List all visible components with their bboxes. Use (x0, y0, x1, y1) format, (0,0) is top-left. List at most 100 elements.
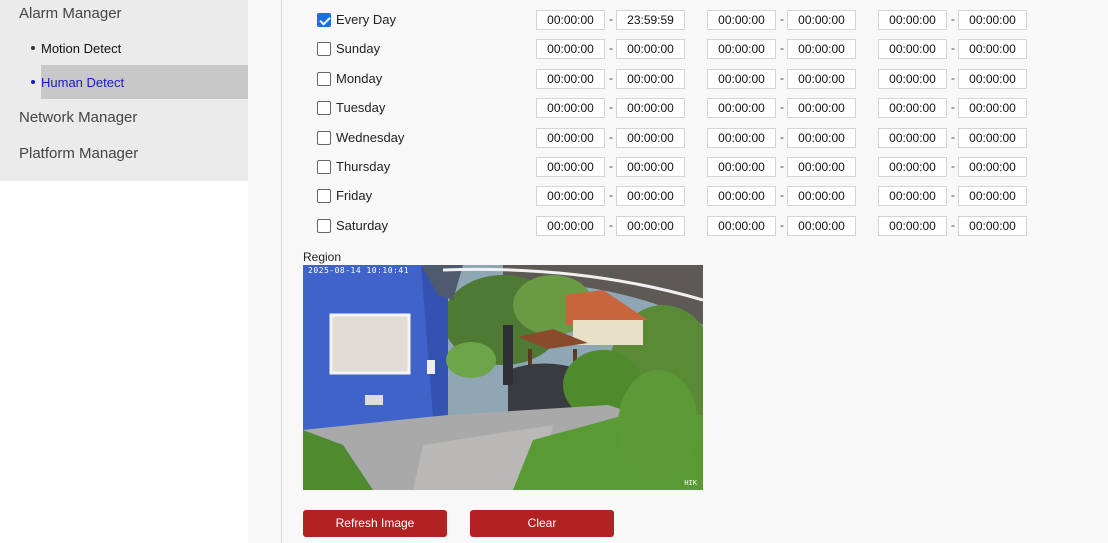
end-time-input[interactable]: 00:00:00 (958, 216, 1027, 236)
sidebar-item-alarm-manager[interactable]: Alarm Manager (19, 5, 122, 22)
end-time-input[interactable]: 00:00:00 (787, 157, 856, 177)
start-time-input[interactable]: 00:00:00 (878, 186, 947, 206)
end-time-input[interactable]: 00:00:00 (787, 98, 856, 118)
content-divider (281, 0, 282, 543)
time-range-separator: - (951, 41, 955, 55)
time-range-separator: - (780, 71, 784, 85)
day-label: Monday (336, 71, 383, 86)
start-time-input[interactable]: 00:00:00 (536, 157, 605, 177)
end-time-input[interactable]: 00:00:00 (958, 39, 1027, 59)
start-time-input[interactable]: 00:00:00 (536, 98, 605, 118)
end-time-input[interactable]: 00:00:00 (958, 128, 1027, 148)
start-time-input[interactable]: 00:00:00 (536, 10, 605, 30)
start-time-input[interactable]: 00:00:00 (707, 186, 776, 206)
sidebar-item-human-detect[interactable]: Human Detect (31, 65, 248, 99)
start-time-input[interactable]: 00:00:00 (536, 39, 605, 59)
region-label: Region (303, 250, 342, 264)
start-time-input[interactable]: 00:00:00 (878, 98, 947, 118)
end-time-input[interactable]: 00:00:00 (958, 69, 1027, 89)
start-time-input[interactable]: 00:00:00 (878, 10, 947, 30)
sidebar-item-label: Motion Detect (41, 40, 122, 56)
bullet-dot-icon (31, 46, 35, 50)
start-time-input[interactable]: 00:00:00 (536, 69, 605, 89)
end-time-input[interactable]: 23:59:59 (616, 10, 685, 30)
start-time-input[interactable]: 00:00:00 (536, 216, 605, 236)
end-time-input[interactable]: 00:00:00 (616, 39, 685, 59)
day-checkbox[interactable] (317, 219, 331, 233)
schedule-row: Monday 00:00:00 00:00:00 00:00:00 00:00:00 00… (317, 68, 1077, 92)
camera-timestamp: 2025-08-14 10:10:41 (308, 266, 410, 275)
time-range-separator: - (609, 12, 613, 26)
start-time-input[interactable]: 00:00:00 (536, 186, 605, 206)
end-time-input[interactable]: 00:00:00 (958, 10, 1027, 30)
start-time-input[interactable]: 00:00:00 (878, 69, 947, 89)
sidebar-item-network-manager[interactable]: Network Manager (19, 109, 137, 126)
time-range-separator: - (951, 218, 955, 232)
day-checkbox[interactable] (317, 131, 331, 145)
day-checkbox[interactable] (317, 13, 331, 27)
sidebar-item-label: Human Detect (41, 74, 125, 90)
end-time-input[interactable]: 00:00:00 (787, 128, 856, 148)
time-range-separator: - (609, 71, 613, 85)
time-range-separator: - (951, 100, 955, 114)
schedule-row: Thursday 00:00:00 00:00:00 00:00:00 00:00:00… (317, 156, 1077, 180)
start-time-input[interactable]: 00:00:00 (878, 128, 947, 148)
start-time-input[interactable]: 00:00:00 (878, 216, 947, 236)
start-time-input[interactable]: 00:00:00 (707, 216, 776, 236)
start-time-input[interactable]: 00:00:00 (707, 157, 776, 177)
day-checkbox[interactable] (317, 72, 331, 86)
start-time-input[interactable]: 00:00:00 (878, 39, 947, 59)
sidebar: Alarm Manager Motion Detect Human Detect… (0, 0, 248, 543)
bullet-dot-icon (31, 80, 35, 84)
end-time-input[interactable]: 00:00:00 (616, 216, 685, 236)
day-checkbox[interactable] (317, 101, 331, 115)
end-time-input[interactable]: 00:00:00 (958, 186, 1027, 206)
refresh-image-button[interactable]: Refresh Image (303, 510, 447, 537)
end-time-input[interactable]: 00:00:00 (616, 186, 685, 206)
time-range-separator: - (951, 130, 955, 144)
schedule-row: Sunday 00:00:00 00:00:00 00:00:00 00:00:00 00… (317, 38, 1077, 62)
time-range-separator: - (951, 159, 955, 173)
day-label: Tuesday (336, 100, 386, 115)
end-time-input[interactable]: 00:00:00 (616, 98, 685, 118)
start-time-input[interactable]: 00:00:00 (707, 39, 776, 59)
day-checkbox[interactable] (317, 160, 331, 174)
time-range-separator: - (609, 41, 613, 55)
end-time-input[interactable]: 00:00:00 (787, 186, 856, 206)
time-range-separator: - (780, 130, 784, 144)
start-time-input[interactable]: 00:00:00 (707, 98, 776, 118)
day-checkbox[interactable] (317, 42, 331, 56)
schedule-row: Saturday 00:00:00 00:00:00 00:00:00 00:00:00… (317, 215, 1077, 239)
end-time-input[interactable]: 00:00:00 (958, 157, 1027, 177)
time-range-separator: - (780, 100, 784, 114)
sidebar-item-platform-manager[interactable]: Platform Manager (19, 145, 138, 162)
end-time-input[interactable]: 00:00:00 (787, 10, 856, 30)
end-time-input[interactable]: 00:00:00 (787, 69, 856, 89)
schedule-row: Tuesday 00:00:00 00:00:00 00:00:00 00:00:00 0… (317, 97, 1077, 121)
clear-button[interactable]: Clear (470, 510, 614, 537)
start-time-input[interactable]: 00:00:00 (707, 69, 776, 89)
end-time-input[interactable]: 00:00:00 (616, 128, 685, 148)
time-range-separator: - (609, 188, 613, 202)
day-label: Thursday (336, 159, 391, 174)
start-time-input[interactable]: 00:00:00 (536, 128, 605, 148)
end-time-input[interactable]: 00:00:00 (616, 69, 685, 89)
sidebar-item-motion-detect[interactable]: Motion Detect (31, 31, 248, 65)
end-time-input[interactable]: 00:00:00 (958, 98, 1027, 118)
day-label: Wednesday (336, 130, 405, 145)
end-time-input[interactable]: 00:00:00 (787, 216, 856, 236)
day-checkbox[interactable] (317, 189, 331, 203)
start-time-input[interactable]: 00:00:00 (707, 10, 776, 30)
day-label: Friday (336, 188, 373, 203)
end-time-input[interactable]: 00:00:00 (616, 157, 685, 177)
start-time-input[interactable]: 00:00:00 (878, 157, 947, 177)
time-range-separator: - (609, 130, 613, 144)
time-range-separator: - (951, 188, 955, 202)
time-range-separator: - (780, 218, 784, 232)
day-label: Every Day (336, 12, 396, 27)
time-range-separator: - (780, 188, 784, 202)
start-time-input[interactable]: 00:00:00 (707, 128, 776, 148)
region-camera-image[interactable]: 2025-08-14 10:10:41 HIK (303, 265, 703, 490)
time-range-separator: - (951, 71, 955, 85)
end-time-input[interactable]: 00:00:00 (787, 39, 856, 59)
